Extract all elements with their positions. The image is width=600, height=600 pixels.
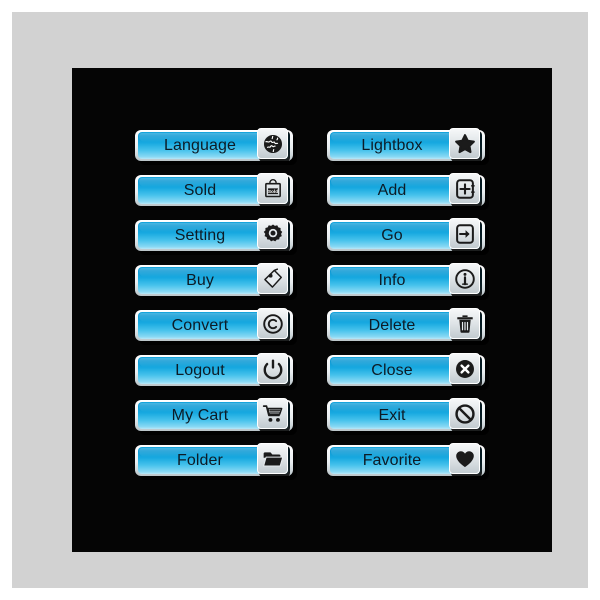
button-label: Lightbox xyxy=(361,137,423,154)
screenshot-stage: Language Sold Sold Setting Buy Convert Logout M… xyxy=(0,0,600,600)
svg-text:Sold: Sold xyxy=(267,188,277,194)
price-tag-glyph xyxy=(263,267,282,288)
add-box-glyph xyxy=(455,178,475,199)
button-label: Buy xyxy=(186,272,214,289)
button-logout[interactable]: Logout xyxy=(135,353,297,390)
button-label: Exit xyxy=(378,407,406,424)
close-circle-icon[interactable] xyxy=(449,353,480,384)
button-label: My Cart xyxy=(171,407,229,424)
open-folder-icon[interactable] xyxy=(257,443,288,474)
sold-bag-glyph: Sold xyxy=(264,178,281,197)
shopping-cart-icon[interactable] xyxy=(257,398,288,429)
button-label: Folder xyxy=(177,452,223,469)
copyright-icon[interactable] xyxy=(257,308,288,339)
button-my-cart[interactable]: My Cart xyxy=(135,398,297,435)
info-circle-glyph xyxy=(454,268,475,289)
gear-glyph xyxy=(263,223,282,241)
close-circle-glyph xyxy=(455,359,474,378)
prohibition-glyph xyxy=(454,403,475,424)
button-convert[interactable]: Convert xyxy=(135,308,297,345)
trash-can-icon[interactable] xyxy=(449,308,480,339)
copyright-glyph xyxy=(262,313,283,334)
button-favorite[interactable]: Favorite xyxy=(327,443,489,480)
button-label: Info xyxy=(378,272,406,289)
power-glyph xyxy=(263,358,282,379)
button-label: Sold xyxy=(183,182,217,199)
heart-icon[interactable] xyxy=(449,443,480,474)
button-delete[interactable]: Delete xyxy=(327,308,489,345)
button-grid: Language Sold Sold Setting Buy Convert Logout M… xyxy=(72,68,552,552)
button-label: Go xyxy=(381,227,403,244)
button-exit[interactable]: Exit xyxy=(327,398,489,435)
trash-can-glyph xyxy=(456,314,473,333)
button-label: Close xyxy=(371,362,413,379)
power-icon[interactable] xyxy=(257,353,288,384)
prohibition-icon[interactable] xyxy=(449,398,480,429)
shopping-cart-glyph xyxy=(262,404,282,422)
globe-glyph xyxy=(263,134,282,153)
add-box-icon[interactable] xyxy=(449,173,480,204)
sold-bag-icon[interactable]: Sold xyxy=(257,173,288,204)
black-button-panel: Language Sold Sold Setting Buy Convert Logout M… xyxy=(72,68,552,552)
go-arrow-box-icon[interactable] xyxy=(449,218,480,249)
gray-mat-background: Language Sold Sold Setting Buy Convert Logout M… xyxy=(12,12,588,588)
button-column-left: Language Sold Sold Setting Buy Convert Logout M… xyxy=(135,128,297,552)
button-label: Setting xyxy=(174,227,226,244)
star-glyph xyxy=(454,133,475,153)
button-close[interactable]: Close xyxy=(327,353,489,390)
button-column-right: Lightbox Add Go Info Delete Close Exit Favorite xyxy=(327,128,489,552)
button-info[interactable]: Info xyxy=(327,263,489,300)
button-label: Delete xyxy=(368,317,416,334)
info-circle-icon[interactable] xyxy=(449,263,480,294)
heart-glyph xyxy=(455,450,474,467)
button-folder[interactable]: Folder xyxy=(135,443,297,480)
button-label: Logout xyxy=(175,362,225,379)
button-label: Language xyxy=(164,137,236,154)
price-tag-icon[interactable] xyxy=(257,263,288,294)
button-add[interactable]: Add xyxy=(327,173,489,210)
button-label: Convert xyxy=(171,317,229,334)
button-setting[interactable]: Setting xyxy=(135,218,297,255)
button-go[interactable]: Go xyxy=(327,218,489,255)
button-lightbox[interactable]: Lightbox xyxy=(327,128,489,165)
button-label: Favorite xyxy=(362,452,422,469)
open-folder-glyph xyxy=(262,451,283,466)
star-icon[interactable] xyxy=(449,128,480,159)
globe-icon[interactable] xyxy=(257,128,288,159)
button-buy[interactable]: Buy xyxy=(135,263,297,300)
button-label: Add xyxy=(377,182,407,199)
button-language[interactable]: Language xyxy=(135,128,297,165)
go-arrow-box-glyph xyxy=(455,223,474,244)
button-sold[interactable]: Sold Sold xyxy=(135,173,297,210)
gear-icon[interactable] xyxy=(257,218,288,249)
